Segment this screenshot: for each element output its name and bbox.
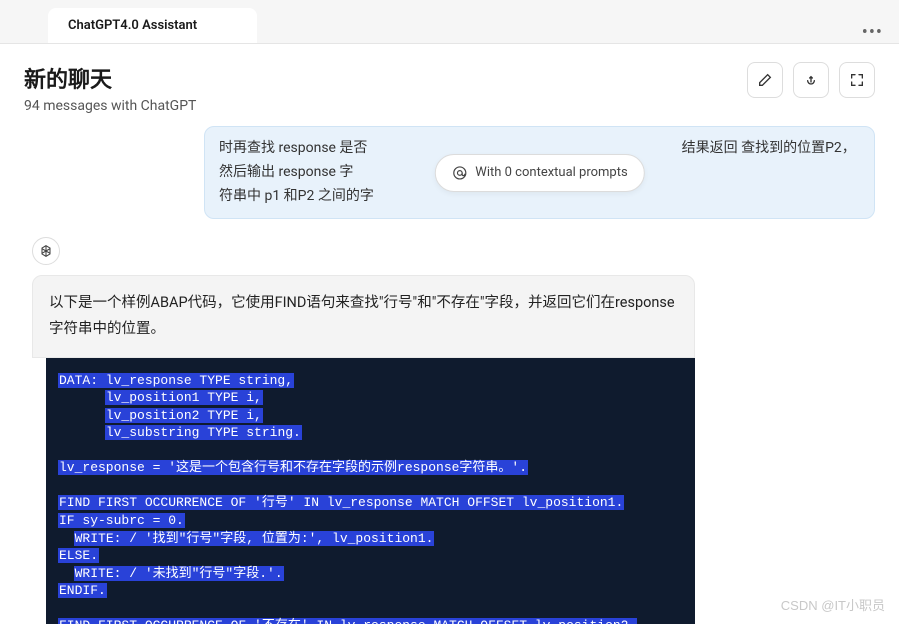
code-line: ELSE.	[58, 547, 683, 565]
chat-content: 时再查找 response 是否 结果返回 查找到的位置P2，然后输出 resp…	[0, 126, 899, 624]
header-actions	[747, 62, 875, 98]
pencil-icon	[757, 72, 773, 88]
code-line: lv_position1 TYPE i,	[58, 389, 683, 407]
assistant-message: 以下是一个样例ABAP代码，它使用FIND语句来查找"行号"和"不存在"字段，并…	[24, 275, 875, 624]
more-menu-icon[interactable]: •••	[862, 22, 883, 43]
watermark: CSDN @IT小职员	[781, 595, 885, 614]
code-line	[58, 442, 683, 460]
code-line: WRITE: / '找到"行号"字段, 位置为:', lv_position1.	[58, 530, 683, 548]
code-line	[58, 600, 683, 618]
code-line: DATA: lv_response TYPE string,	[58, 372, 683, 390]
assistant-avatar	[32, 237, 60, 265]
assistant-intro-text: 以下是一个样例ABAP代码，它使用FIND语句来查找"行号"和"不存在"字段，并…	[32, 275, 695, 357]
edit-button[interactable]	[747, 62, 783, 98]
expand-icon	[849, 72, 865, 88]
context-pill-label: With 0 contextual prompts	[475, 162, 627, 184]
page-header: 新的聊天 94 messages with ChatGPT	[0, 44, 899, 126]
code-line	[58, 477, 683, 495]
code-block[interactable]: DATA: lv_response TYPE string, lv_positi…	[46, 358, 695, 624]
code-line: FIND FIRST OCCURRENCE OF '行号' IN lv_resp…	[58, 494, 683, 512]
code-line: WRITE: / '未找到"行号"字段.'.	[58, 565, 683, 583]
active-tab[interactable]: ChatGPT4.0 Assistant	[48, 8, 257, 43]
expand-button[interactable]	[839, 62, 875, 98]
tab-bar: ChatGPT4.0 Assistant •••	[0, 0, 899, 44]
code-line: IF sy-subrc = 0.	[58, 512, 683, 530]
user-message: 时再查找 response 是否 结果返回 查找到的位置P2，然后输出 resp…	[204, 126, 875, 219]
page-subtitle: 94 messages with ChatGPT	[24, 98, 196, 114]
code-line: lv_response = '这是一个包含行号和不存在字段的示例response…	[58, 459, 683, 477]
share-icon	[803, 72, 819, 88]
page-title: 新的聊天	[24, 62, 196, 94]
share-button[interactable]	[793, 62, 829, 98]
at-icon	[451, 165, 467, 181]
openai-icon	[38, 243, 54, 259]
code-line: FIND FIRST OCCURRENCE OF '不存在' IN lv_res…	[58, 617, 683, 624]
code-line: lv_substring TYPE string.	[58, 424, 683, 442]
context-prompt-pill[interactable]: With 0 contextual prompts	[434, 154, 644, 192]
code-line: ENDIF.	[58, 582, 683, 600]
code-line: lv_position2 TYPE i,	[58, 407, 683, 425]
